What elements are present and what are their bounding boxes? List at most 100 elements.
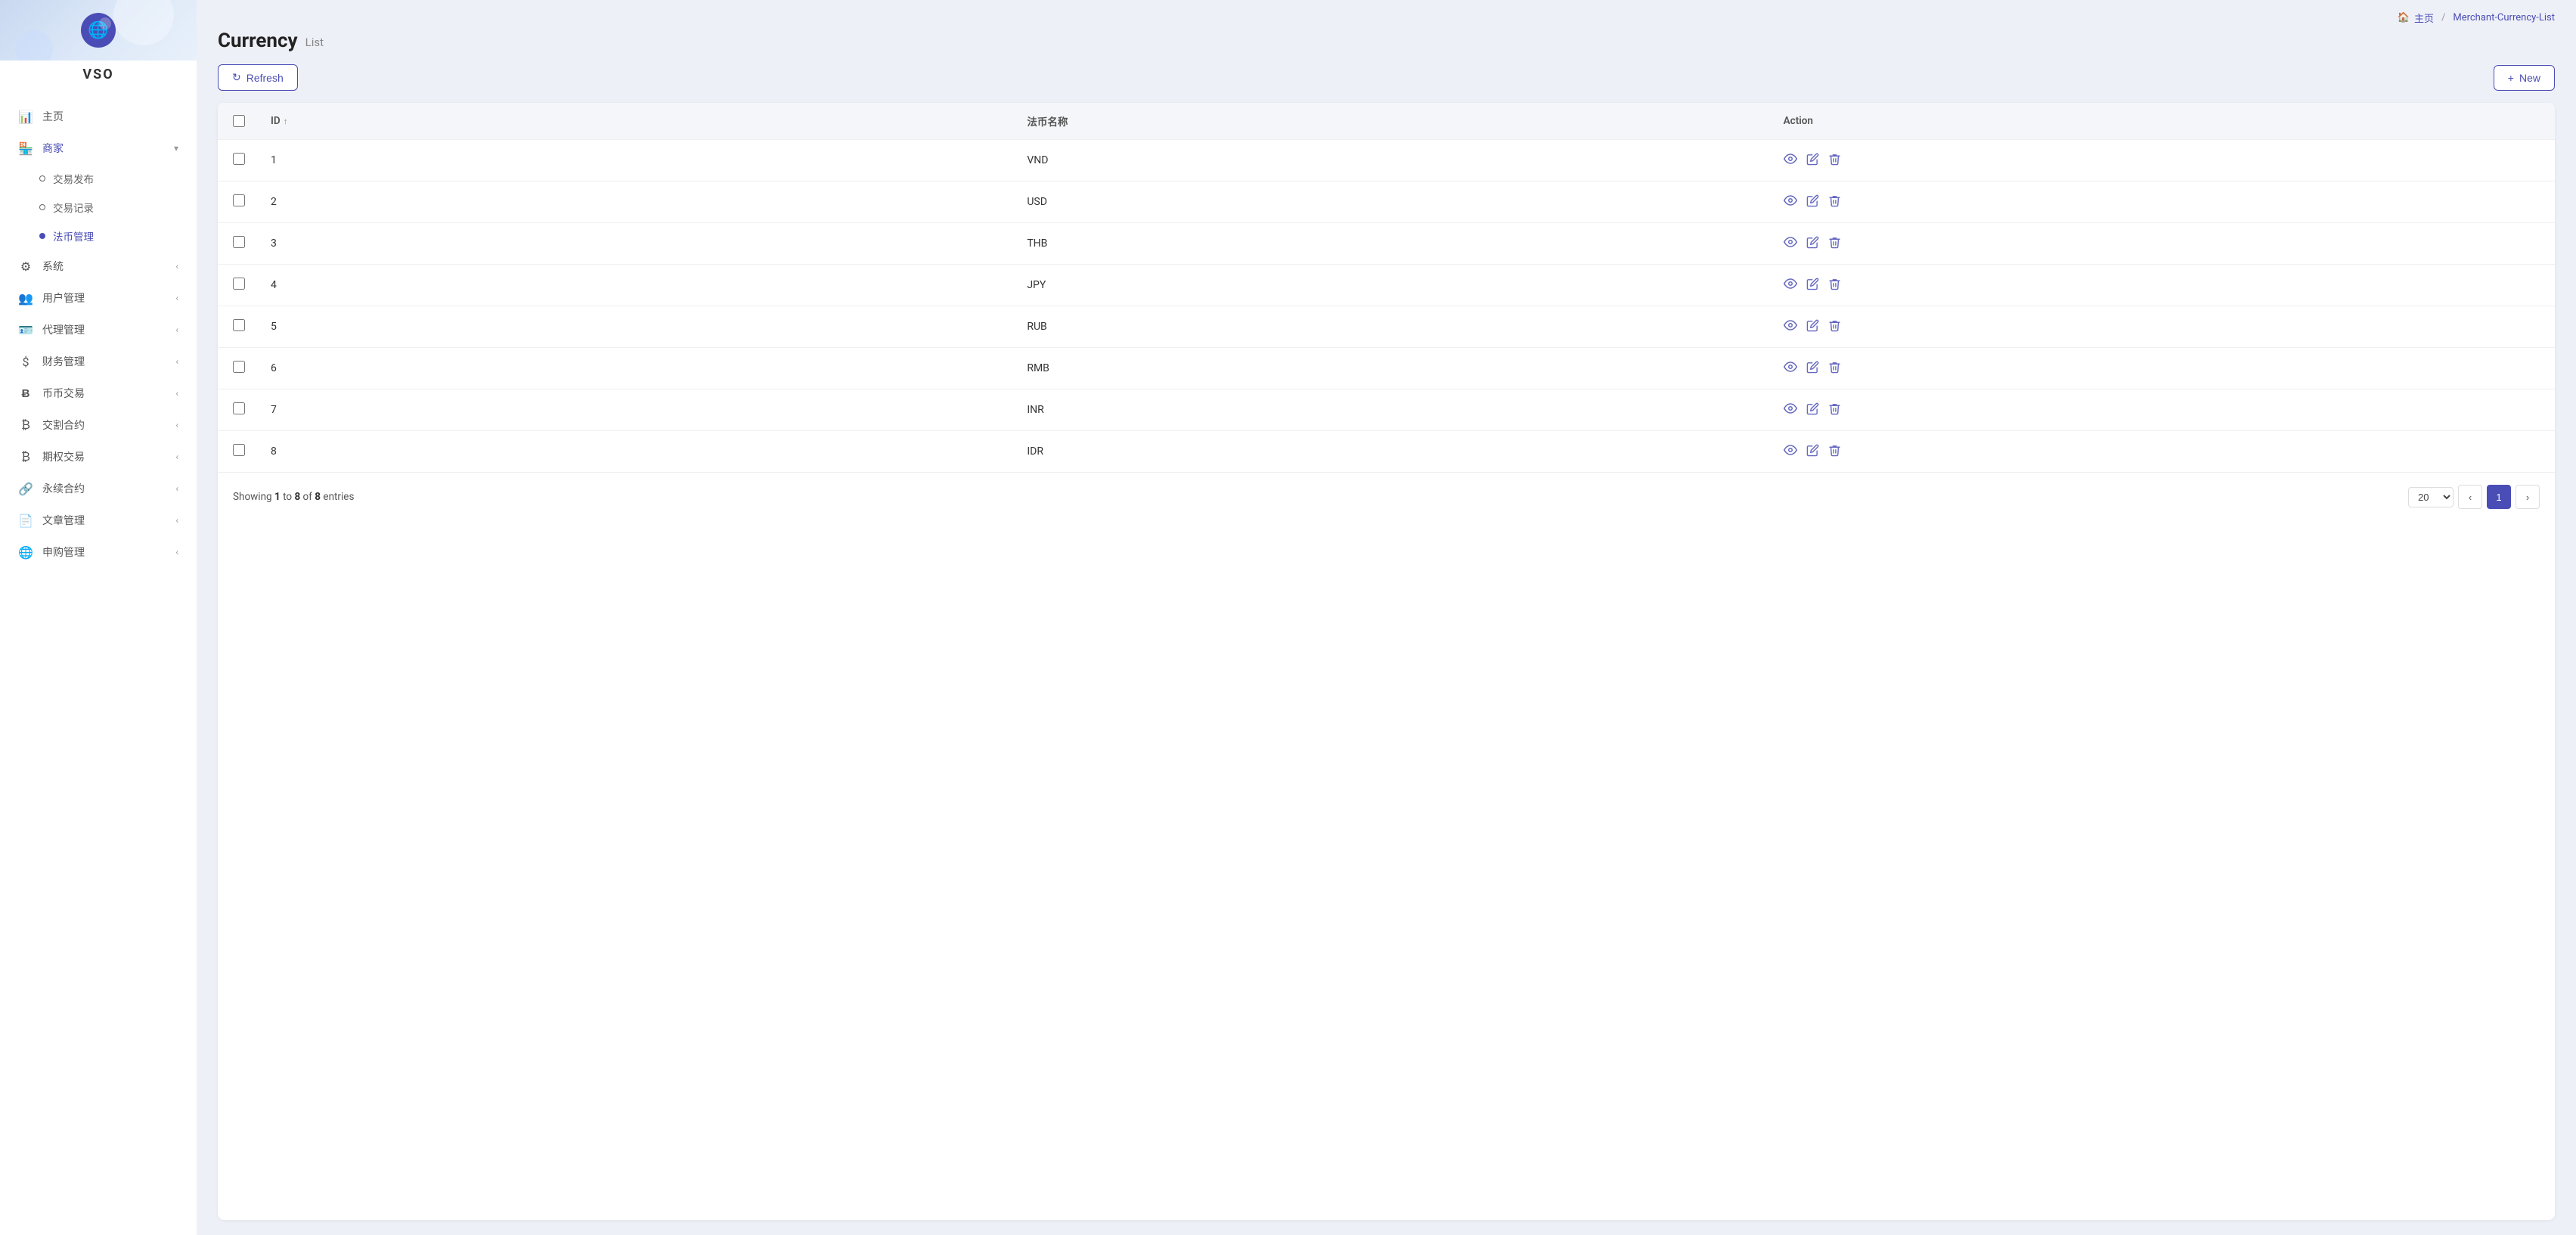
row-checkbox-cell bbox=[233, 278, 271, 293]
row-id: 4 bbox=[271, 279, 1027, 291]
edit-icon[interactable] bbox=[1806, 319, 1819, 335]
view-icon[interactable] bbox=[1784, 443, 1797, 460]
row-checkbox-cell bbox=[233, 236, 271, 251]
row-name: THB bbox=[1027, 237, 1783, 250]
delete-icon[interactable] bbox=[1828, 402, 1841, 418]
sidebar-item-merchant[interactable]: 🏪 商家 ▾ bbox=[0, 132, 197, 164]
refresh-button[interactable]: ↻ Refresh bbox=[218, 64, 298, 91]
view-icon[interactable] bbox=[1784, 152, 1797, 169]
row-checkbox[interactable] bbox=[233, 278, 245, 290]
toolbar: ↻ Refresh + New bbox=[218, 64, 2555, 91]
row-actions bbox=[1784, 402, 2540, 418]
view-icon[interactable] bbox=[1784, 360, 1797, 377]
breadcrumb-home[interactable]: 主页 bbox=[2414, 11, 2434, 25]
article-icon: 📄 bbox=[18, 514, 33, 528]
currency-table: ID ↑ 法币名称 Action 1 VND bbox=[218, 103, 2555, 1220]
sidebar-item-currency-mgmt-label: 法币管理 bbox=[53, 228, 94, 244]
action-icons bbox=[1784, 152, 2540, 169]
row-checkbox-cell bbox=[233, 444, 271, 459]
breadcrumb-separator: / bbox=[2441, 12, 2445, 23]
row-checkbox[interactable] bbox=[233, 361, 245, 373]
page-next-button[interactable]: › bbox=[2516, 485, 2540, 509]
row-id: 3 bbox=[271, 237, 1027, 250]
delete-icon[interactable] bbox=[1828, 361, 1841, 377]
sidebar-item-system[interactable]: ⚙ 系统 ‹ bbox=[0, 250, 197, 282]
sidebar-item-system-label: 系统 bbox=[42, 259, 64, 274]
sidebar-item-crypto[interactable]: Ƀ 币币交易 ‹ bbox=[0, 377, 197, 409]
page-size-select[interactable]: 20 10 50 100 bbox=[2408, 487, 2454, 507]
view-icon[interactable] bbox=[1784, 402, 1797, 418]
sidebar-logo-text: VSO bbox=[0, 61, 197, 92]
sidebar-nav: 📊 主页 🏪 商家 ▾ 交易发布 交易记录 法币管理 bbox=[0, 92, 197, 1235]
sidebar-item-agent-mgmt[interactable]: 🪪 代理管理 ‹ bbox=[0, 314, 197, 346]
chevron-left-icon: ‹ bbox=[175, 356, 178, 367]
edit-icon[interactable] bbox=[1806, 444, 1819, 460]
sidebar-item-finance[interactable]: $ 财务管理 ‹ bbox=[0, 346, 197, 377]
home-icon: 🏠 bbox=[2398, 12, 2410, 23]
header-id: ID ↑ bbox=[271, 115, 1027, 127]
sidebar-item-options[interactable]: ₿ 期权交易 ‹ bbox=[0, 441, 197, 473]
chevron-left-icon: ‹ bbox=[175, 483, 178, 494]
chevron-left-icon: ‹ bbox=[175, 293, 178, 303]
pagination-info: Showing 1 to 8 of 8 entries bbox=[233, 491, 354, 503]
row-checkbox[interactable] bbox=[233, 319, 245, 331]
row-name: VND bbox=[1027, 154, 1783, 166]
select-all-checkbox[interactable] bbox=[233, 115, 245, 127]
sidebar-item-trade-publish-label: 交易发布 bbox=[53, 171, 94, 186]
merchant-icon: 🏪 bbox=[18, 141, 33, 156]
sidebar-item-home[interactable]: 📊 主页 bbox=[0, 101, 197, 132]
sidebar-item-trade-record[interactable]: 交易记录 bbox=[0, 193, 197, 222]
table-row: 4 JPY bbox=[218, 265, 2555, 306]
view-icon[interactable] bbox=[1784, 318, 1797, 335]
view-icon[interactable] bbox=[1784, 235, 1797, 252]
logo-icon: 🌐 bbox=[81, 13, 116, 48]
row-checkbox[interactable] bbox=[233, 402, 245, 414]
row-name: IDR bbox=[1027, 445, 1783, 458]
edit-icon[interactable] bbox=[1806, 236, 1819, 252]
header-name: 法币名称 bbox=[1027, 113, 1783, 129]
edit-icon[interactable] bbox=[1806, 278, 1819, 293]
new-button[interactable]: + New bbox=[2494, 65, 2555, 91]
delete-icon[interactable] bbox=[1828, 319, 1841, 335]
gear-icon: ⚙ bbox=[18, 259, 33, 274]
dot-active-icon bbox=[39, 233, 45, 239]
page-prev-button[interactable]: ‹ bbox=[2458, 485, 2482, 509]
sidebar-item-home-label: 主页 bbox=[42, 109, 64, 124]
sidebar-item-currency-mgmt[interactable]: 法币管理 bbox=[0, 222, 197, 250]
sidebar-item-merchant-label: 商家 bbox=[42, 141, 64, 156]
edit-icon[interactable] bbox=[1806, 194, 1819, 210]
row-actions bbox=[1784, 443, 2540, 460]
row-checkbox[interactable] bbox=[233, 153, 245, 165]
row-checkbox[interactable] bbox=[233, 236, 245, 248]
edit-icon[interactable] bbox=[1806, 153, 1819, 169]
delete-icon[interactable] bbox=[1828, 278, 1841, 293]
delete-icon[interactable] bbox=[1828, 194, 1841, 210]
row-actions bbox=[1784, 360, 2540, 377]
sidebar: 🌐 VSO 📊 主页 🏪 商家 ▾ 交易发布 交易记录 bbox=[0, 0, 197, 1235]
sidebar-item-subscribe[interactable]: 🌐 申购管理 ‹ bbox=[0, 536, 197, 568]
row-actions bbox=[1784, 235, 2540, 252]
chevron-left-icon: ‹ bbox=[175, 324, 178, 335]
sidebar-item-perpetual[interactable]: 🔗 永续合约 ‹ bbox=[0, 473, 197, 504]
table-row: 8 IDR bbox=[218, 431, 2555, 472]
sidebar-item-trade-publish[interactable]: 交易发布 bbox=[0, 164, 197, 193]
row-name: RUB bbox=[1027, 321, 1783, 333]
row-checkbox[interactable] bbox=[233, 194, 245, 206]
sort-icon[interactable]: ↑ bbox=[284, 116, 288, 126]
sidebar-item-article[interactable]: 📄 文章管理 ‹ bbox=[0, 504, 197, 536]
delete-icon[interactable] bbox=[1828, 236, 1841, 252]
edit-icon[interactable] bbox=[1806, 402, 1819, 418]
showing-prefix: Showing bbox=[233, 491, 272, 503]
sidebar-item-user-mgmt[interactable]: 👥 用户管理 ‹ bbox=[0, 282, 197, 314]
merchant-submenu: 交易发布 交易记录 法币管理 bbox=[0, 164, 197, 250]
delete-icon[interactable] bbox=[1828, 153, 1841, 169]
edit-icon[interactable] bbox=[1806, 361, 1819, 377]
sidebar-item-subscribe-label: 申购管理 bbox=[42, 545, 85, 560]
view-icon[interactable] bbox=[1784, 194, 1797, 210]
sidebar-item-futures[interactable]: ₿ 交割合约 ‹ bbox=[0, 409, 197, 441]
view-icon[interactable] bbox=[1784, 277, 1797, 293]
page-1-button[interactable]: 1 bbox=[2487, 485, 2511, 509]
row-id: 6 bbox=[271, 362, 1027, 374]
row-checkbox[interactable] bbox=[233, 444, 245, 456]
delete-icon[interactable] bbox=[1828, 444, 1841, 460]
